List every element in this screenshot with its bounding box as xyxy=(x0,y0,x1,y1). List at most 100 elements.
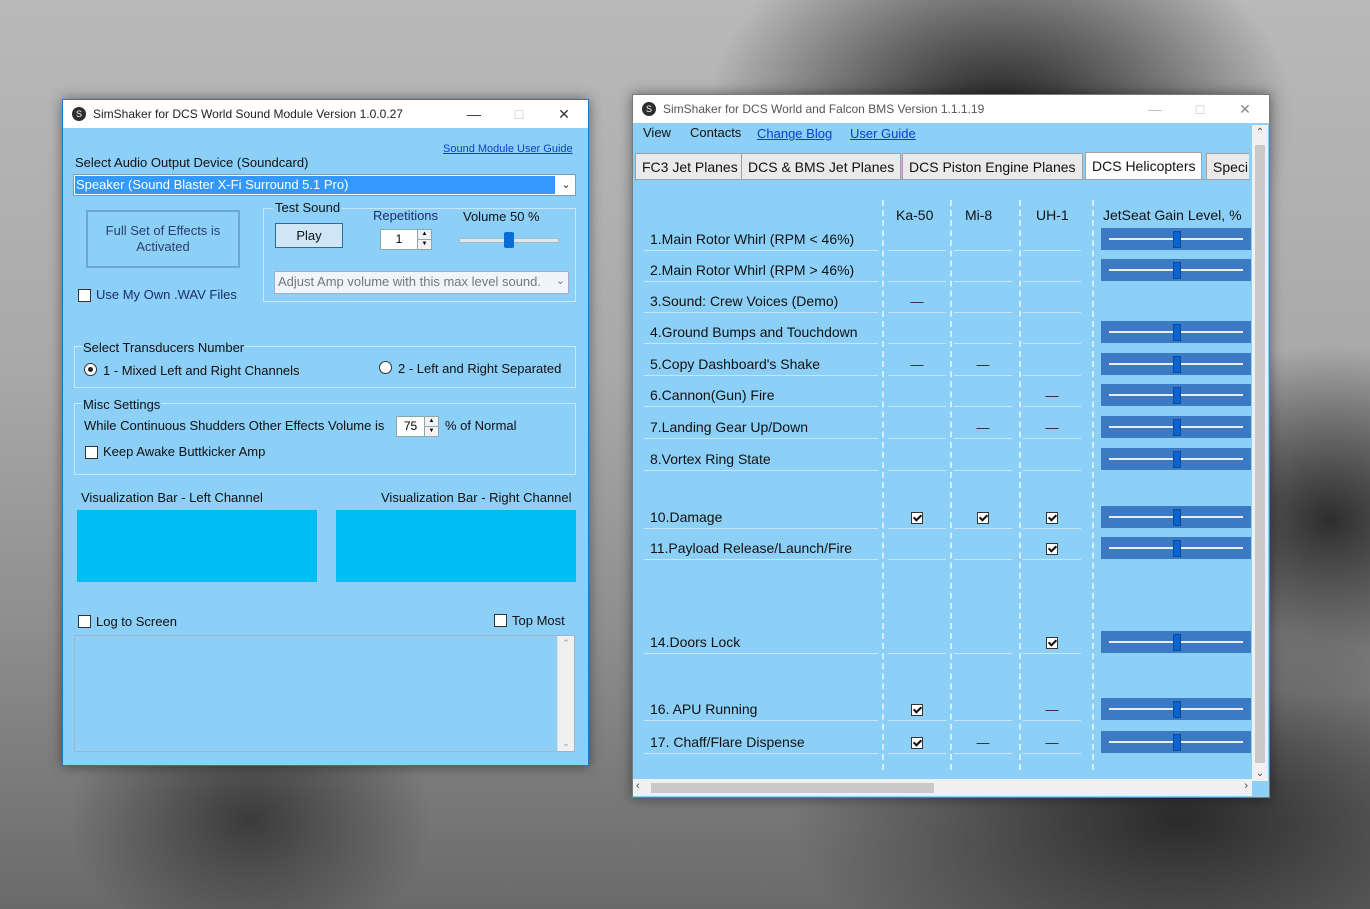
jetseat-gain-slider[interactable] xyxy=(1101,698,1251,720)
minimize-button[interactable]: — xyxy=(1132,95,1178,123)
enabled-checkbox[interactable] xyxy=(911,736,923,749)
jetseat-gain-slider[interactable] xyxy=(1101,353,1251,375)
effect-row-label: 16. APU Running xyxy=(644,699,878,721)
stepper-down-icon[interactable]: ▼ xyxy=(417,239,431,249)
maximize-button[interactable]: □ xyxy=(496,100,542,128)
effect-row-label: 10.Damage xyxy=(644,507,878,529)
slider-thumb[interactable] xyxy=(1173,324,1181,341)
keep-awake-checkbox[interactable] xyxy=(85,446,98,459)
menu-user-guide[interactable]: User Guide xyxy=(850,126,916,141)
transducer-option-2-radio[interactable] xyxy=(379,361,392,374)
app-icon: S xyxy=(642,102,656,116)
mi8-cell xyxy=(954,385,1012,407)
scrollbar-thumb[interactable] xyxy=(1255,145,1265,763)
shudders-volume-stepper[interactable]: 75 ▲ ▼ xyxy=(396,416,439,437)
jetseat-gain-slider[interactable] xyxy=(1101,731,1251,753)
sound-window-titlebar[interactable]: S SimShaker for DCS World Sound Module V… xyxy=(63,100,588,128)
slider-thumb[interactable] xyxy=(1173,634,1181,651)
log-scrollbar[interactable]: ⌃ ⌄ xyxy=(557,636,574,751)
enabled-checkbox[interactable] xyxy=(911,511,923,524)
minimize-button[interactable]: — xyxy=(451,100,497,128)
tab-dcs-helicopters[interactable]: DCS Helicopters xyxy=(1085,152,1203,182)
enabled-checkbox[interactable] xyxy=(1046,511,1058,524)
scroll-up-icon[interactable]: ⌃ xyxy=(558,638,574,649)
jetseat-gain-slider[interactable] xyxy=(1101,537,1251,559)
uh1-cell[interactable] xyxy=(1023,538,1081,560)
scroll-down-icon[interactable]: ⌄ xyxy=(1252,768,1268,779)
menu-view[interactable]: View xyxy=(643,125,671,140)
repetitions-label: Repetitions xyxy=(373,208,439,223)
stepper-down-icon[interactable]: ▼ xyxy=(424,426,438,436)
slider-thumb[interactable] xyxy=(1173,231,1181,248)
log-output-area[interactable]: ⌃ ⌄ xyxy=(74,635,575,752)
scroll-down-icon[interactable]: ⌄ xyxy=(558,738,574,749)
ka50-cell[interactable] xyxy=(888,732,946,754)
volume-slider-thumb[interactable] xyxy=(504,232,514,248)
slider-thumb[interactable] xyxy=(1173,387,1181,404)
enabled-checkbox[interactable] xyxy=(1046,636,1058,649)
mi8-cell[interactable] xyxy=(954,507,1012,529)
close-button[interactable]: ✕ xyxy=(1222,95,1268,123)
repetitions-stepper[interactable]: 1 ▲ ▼ xyxy=(380,229,432,250)
slider-thumb[interactable] xyxy=(1173,262,1181,279)
enabled-checkbox[interactable] xyxy=(911,703,923,716)
jetseat-gain-slider[interactable] xyxy=(1101,506,1251,528)
use-own-wav-checkbox[interactable] xyxy=(78,289,91,302)
log-to-screen-label: Log to Screen xyxy=(96,614,177,629)
slider-thumb[interactable] xyxy=(1173,701,1181,718)
tab-fc3-jet-planes[interactable]: FC3 Jet Planes xyxy=(635,153,745,181)
uh1-cell[interactable] xyxy=(1023,507,1081,529)
slider-thumb[interactable] xyxy=(1173,540,1181,557)
slider-thumb[interactable] xyxy=(1173,356,1181,373)
play-button[interactable]: Play xyxy=(275,223,343,248)
effect-row-label: 3.Sound: Crew Voices (Demo) xyxy=(644,291,878,313)
mi8-cell xyxy=(954,229,1012,251)
audio-device-select[interactable]: Speaker (Sound Blaster X-Fi Surround 5.1… xyxy=(73,174,576,196)
top-most-checkbox[interactable] xyxy=(494,614,507,627)
log-to-screen-checkbox[interactable] xyxy=(78,615,91,628)
scroll-right-icon[interactable]: › xyxy=(1244,780,1248,792)
jetseat-gain-slider[interactable] xyxy=(1101,416,1251,438)
enabled-checkbox[interactable] xyxy=(1046,542,1058,555)
vertical-scrollbar[interactable]: ⌃ ⌄ xyxy=(1252,125,1268,781)
scroll-left-icon[interactable]: ‹ xyxy=(636,780,640,792)
main-window-titlebar[interactable]: S SimShaker for DCS World and Falcon BMS… xyxy=(633,95,1269,123)
tab-dcs-piston-engine-planes[interactable]: DCS Piston Engine Planes xyxy=(902,153,1083,181)
slider-thumb[interactable] xyxy=(1173,451,1181,468)
tab-dcs-bms-jet-planes[interactable]: DCS & BMS Jet Planes xyxy=(741,153,902,181)
effect-row-label: 17. Chaff/Flare Dispense xyxy=(644,732,878,754)
menu-change-blog[interactable]: Change Blog xyxy=(757,126,832,141)
amp-sound-dropdown[interactable]: Adjust Amp volume with this max level so… xyxy=(274,271,569,294)
jetseat-gain-slider[interactable] xyxy=(1101,448,1251,470)
jetseat-gain-slider[interactable] xyxy=(1101,384,1251,406)
misc-settings-group xyxy=(74,403,576,475)
slider-thumb[interactable] xyxy=(1173,734,1181,751)
jetseat-gain-slider[interactable] xyxy=(1101,321,1251,343)
slider-thumb[interactable] xyxy=(1173,419,1181,436)
transducer-option-1-radio[interactable] xyxy=(84,363,97,376)
slider-thumb[interactable] xyxy=(1173,509,1181,526)
jetseat-gain-slider[interactable] xyxy=(1101,228,1251,250)
ka50-cell[interactable] xyxy=(888,699,946,721)
menu-contacts[interactable]: Contacts xyxy=(690,125,741,140)
ka50-cell[interactable] xyxy=(888,507,946,529)
uh1-cell[interactable] xyxy=(1023,632,1081,654)
stepper-up-icon[interactable]: ▲ xyxy=(424,417,438,426)
sound-module-user-guide-link[interactable]: Sound Module User Guide xyxy=(443,143,573,155)
tab-special[interactable]: Speci xyxy=(1206,153,1249,181)
ka50-cell xyxy=(888,385,946,407)
horizontal-scrollbar[interactable]: ‹ › xyxy=(633,779,1252,796)
top-most-label: Top Most xyxy=(512,613,565,628)
jetseat-gain-slider[interactable] xyxy=(1101,631,1251,653)
jetseat-gain-slider[interactable] xyxy=(1101,259,1251,281)
column-header-uh1: UH-1 xyxy=(1036,207,1069,223)
scroll-up-icon[interactable]: ⌃ xyxy=(1252,127,1268,138)
effect-row-label: 4.Ground Bumps and Touchdown xyxy=(644,322,878,344)
uh1-cell xyxy=(1023,260,1081,282)
close-button[interactable]: ✕ xyxy=(541,100,587,128)
ka50-cell xyxy=(888,538,946,560)
stepper-up-icon[interactable]: ▲ xyxy=(417,230,431,239)
enabled-checkbox[interactable] xyxy=(977,511,989,524)
maximize-button[interactable]: □ xyxy=(1177,95,1223,123)
h-scrollbar-thumb[interactable] xyxy=(651,783,934,793)
